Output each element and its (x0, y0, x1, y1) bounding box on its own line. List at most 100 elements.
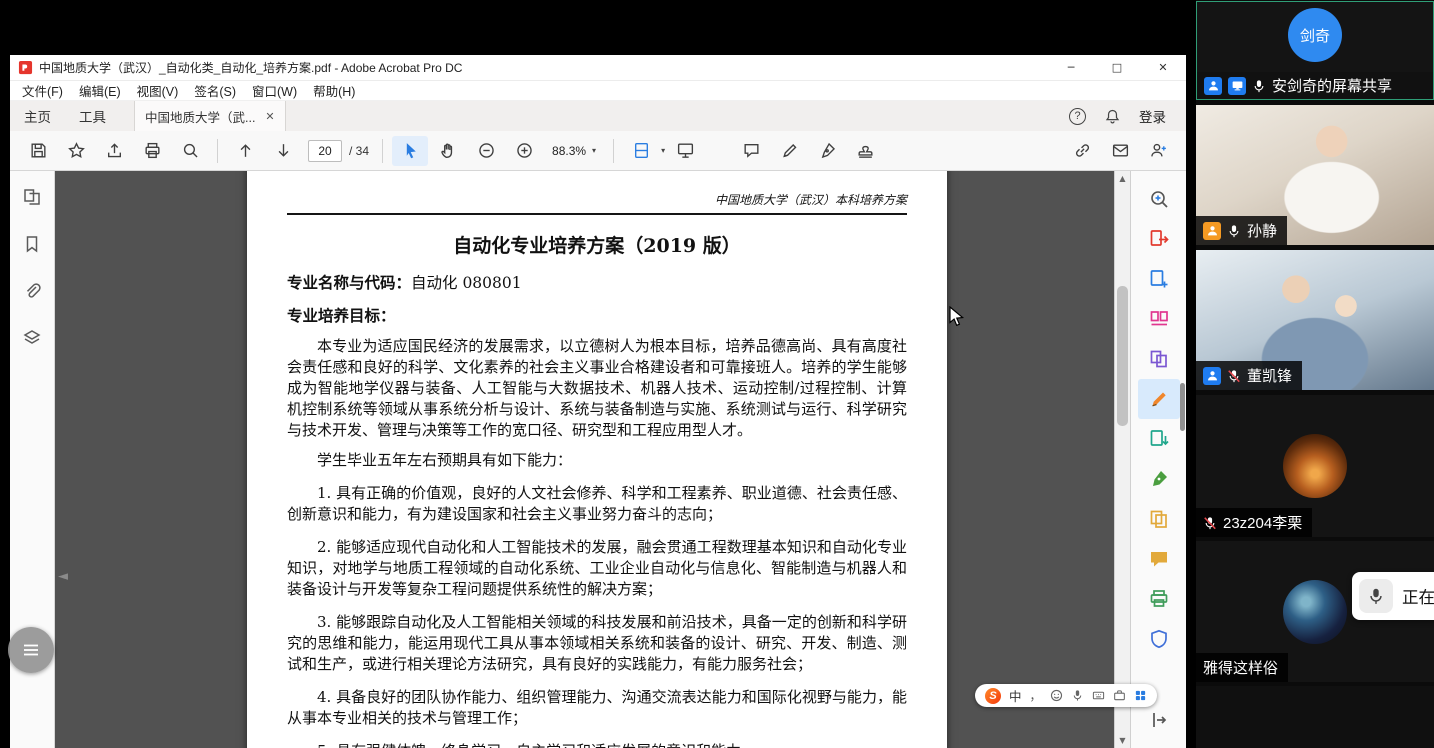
paragraph: 学生毕业五年左右预期具有如下能力： (287, 450, 907, 471)
notifications-bell-icon[interactable] (1104, 108, 1121, 125)
minimize-button[interactable]: ─ (1048, 55, 1094, 80)
edit-pdf-tool[interactable] (1138, 379, 1180, 419)
ime-voice-mic-icon[interactable] (1071, 689, 1084, 702)
member-list-button[interactable] (8, 627, 54, 673)
sogou-logo-icon[interactable]: S (985, 688, 1001, 704)
scrollbar-thumb[interactable] (1117, 286, 1128, 426)
highlight-tool-button[interactable] (771, 136, 807, 166)
participant-tile[interactable]: 23z204李栗 (1196, 395, 1434, 537)
attachments-icon[interactable] (22, 281, 42, 301)
window-title: 中国地质大学（武汉）_自动化类_自动化_培养方案.pdf - Adobe Acr… (39, 59, 462, 76)
mouse-cursor (948, 306, 968, 328)
comment-tool[interactable] (1138, 539, 1180, 579)
participant-name: 董凯锋 (1247, 365, 1292, 386)
fill-sign-tool[interactable] (1138, 459, 1180, 499)
participant-name-bar: 安剑奇的屏幕共享 (1197, 72, 1433, 99)
zoom-level-dropdown[interactable]: 88.3% ▾ (544, 137, 604, 165)
participant-role-icon (1203, 367, 1221, 385)
paragraph: 本专业为适应国民经济的发展需求，以立德树人为根本目标，培养品德高尚、具有高度社会… (287, 336, 907, 441)
major-code-line: 专业名称与代码：自动化 080801 (287, 272, 907, 294)
comment-tool-button[interactable] (733, 136, 769, 166)
scroll-down-arrow[interactable]: ▼ (1115, 736, 1130, 745)
page-number-input[interactable]: 20 (308, 140, 342, 162)
tab-document[interactable]: 中国地质大学（武... ✕ (134, 101, 286, 131)
organize-pages-tool[interactable] (1138, 299, 1180, 339)
next-page-button[interactable] (265, 136, 301, 166)
menu-file[interactable]: 文件(F) (22, 81, 63, 100)
maximize-button[interactable]: □ (1094, 55, 1140, 80)
previous-page-arrow[interactable]: ◄ (58, 569, 68, 584)
participant-avatar: 剑奇 (1288, 8, 1342, 62)
create-pdf-tool[interactable] (1138, 259, 1180, 299)
layers-icon[interactable] (22, 328, 42, 348)
marquee-zoom-tool[interactable] (1138, 179, 1180, 219)
export-tool[interactable] (1138, 419, 1180, 459)
print-production-tool[interactable] (1138, 579, 1180, 619)
ime-emoji-icon[interactable] (1050, 689, 1063, 702)
stamp-tool-button[interactable] (847, 136, 883, 166)
participant-role-icon (1203, 222, 1221, 240)
tab-close-icon[interactable]: ✕ (265, 110, 274, 123)
tab-home[interactable]: 主页 (10, 101, 65, 131)
scroll-up-arrow[interactable]: ▲ (1115, 174, 1130, 183)
duplicate-pages-tool[interactable] (1138, 499, 1180, 539)
participant-avatar (1283, 434, 1347, 498)
zoom-in-button[interactable] (506, 136, 542, 166)
participant-tile-partial[interactable] (1196, 686, 1434, 748)
ime-language-mode[interactable]: 中 (1009, 686, 1022, 705)
pdf-page: 中国地质大学（武汉）本科培养方案 自动化专业培养方案（2019 版） 专业名称与… (247, 171, 947, 748)
participant-tile-screen-share[interactable]: 剑奇 安剑奇的屏幕共享 (1196, 1, 1434, 100)
protect-tool[interactable] (1138, 619, 1180, 659)
ime-grid-icon[interactable] (1134, 689, 1147, 702)
header-rule (287, 213, 907, 215)
close-button[interactable]: ✕ (1140, 55, 1186, 80)
save-button[interactable] (20, 136, 56, 166)
menu-view[interactable]: 视图(V) (137, 81, 179, 100)
tools-scrollbar-thumb[interactable] (1180, 383, 1185, 431)
invite-person-icon[interactable] (1140, 136, 1176, 166)
ime-keyboard-icon[interactable] (1092, 689, 1105, 702)
help-icon[interactable]: ? (1069, 108, 1086, 125)
page-display-dropdown[interactable] (623, 136, 659, 166)
select-tool-button[interactable] (392, 136, 428, 166)
meeting-participants-panel: 剑奇 安剑奇的屏幕共享 孙静 (1196, 0, 1434, 748)
avatar-initials: 剑奇 (1300, 25, 1330, 46)
menu-sign[interactable]: 签名(S) (194, 81, 236, 100)
zoom-out-button[interactable] (468, 136, 504, 166)
presentation-mode-button[interactable] (667, 136, 703, 166)
ime-toolbar[interactable]: S 中 ， (975, 684, 1157, 707)
combine-files-tool[interactable] (1138, 339, 1180, 379)
search-icon[interactable] (172, 136, 208, 166)
ime-toolbox-icon[interactable] (1113, 689, 1126, 702)
mic-muted-icon (1203, 516, 1217, 530)
share-icon[interactable] (96, 136, 132, 166)
chevron-down-icon[interactable]: ▾ (661, 146, 665, 155)
tab-home-label: 主页 (24, 106, 51, 126)
menu-edit[interactable]: 编辑(E) (79, 81, 121, 100)
participant-name-bar: 董凯锋 (1196, 361, 1302, 390)
participant-tile[interactable]: 董凯锋 (1196, 250, 1434, 390)
favorites-star-icon[interactable] (58, 136, 94, 166)
toolbar: 20 / 34 88.3% ▾ ▾ (10, 131, 1186, 171)
ime-punctuation-icon[interactable]: ， (1030, 687, 1042, 704)
page-thumbnails-icon[interactable] (22, 187, 42, 207)
hand-tool-button[interactable] (430, 136, 466, 166)
menu-help[interactable]: 帮助(H) (313, 81, 355, 100)
sign-in-link[interactable]: 登录 (1139, 106, 1166, 126)
previous-page-button[interactable] (227, 136, 263, 166)
email-icon[interactable] (1102, 136, 1138, 166)
sign-tool-button[interactable] (809, 136, 845, 166)
vertical-scrollbar[interactable]: ▲ ▼ (1114, 171, 1130, 748)
tab-tools[interactable]: 工具 (65, 101, 120, 131)
participant-name: 23z204李栗 (1223, 512, 1302, 533)
export-pdf-tool[interactable] (1138, 219, 1180, 259)
document-title: 自动化专业培养方案（2019 版） (287, 231, 907, 258)
menu-bar: 文件(F) 编辑(E) 视图(V) 签名(S) 窗口(W) 帮助(H) (10, 81, 1186, 101)
participant-tile[interactable]: 孙静 (1196, 105, 1434, 245)
menu-window[interactable]: 窗口(W) (252, 81, 297, 100)
document-viewport[interactable]: 中国地质大学（武汉）本科培养方案 自动化专业培养方案（2019 版） 专业名称与… (55, 171, 1114, 748)
toolbar-divider (613, 139, 614, 163)
bookmarks-icon[interactable] (22, 234, 42, 254)
link-tool-icon[interactable] (1064, 136, 1100, 166)
print-button[interactable] (134, 136, 170, 166)
